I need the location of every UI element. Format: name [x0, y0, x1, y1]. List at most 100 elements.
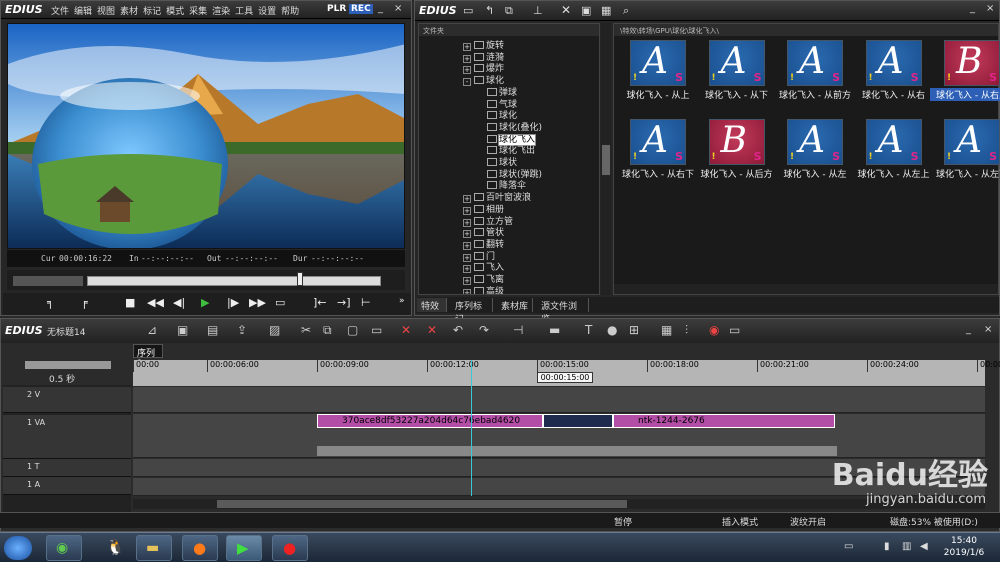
- save-icon[interactable]: ▨: [269, 323, 280, 337]
- tree-item[interactable]: 球状(弹跳): [487, 167, 542, 180]
- effect-thumbnail[interactable]: A! S: [708, 40, 765, 86]
- play-icon[interactable]: ▶: [201, 296, 209, 309]
- import-icon[interactable]: ▤: [207, 323, 218, 337]
- cut-icon[interactable]: ✂: [301, 323, 311, 337]
- bin-tab[interactable]: 源文件浏览: [537, 298, 589, 325]
- transition-icon[interactable]: ⊣: [513, 323, 523, 337]
- start-button[interactable]: [4, 536, 32, 560]
- replace-clip-icon[interactable]: ▭: [371, 323, 382, 337]
- scrub-handle[interactable]: [297, 272, 303, 286]
- tree-item[interactable]: - 球化: [463, 73, 504, 87]
- menu-item[interactable]: 视图: [97, 7, 115, 17]
- track-header[interactable]: 1 VA: [3, 415, 131, 459]
- tree-item[interactable]: + 相册: [463, 202, 504, 215]
- menu-item[interactable]: 渲染: [212, 7, 230, 17]
- stop-icon[interactable]: ■: [125, 296, 135, 309]
- expand-icon[interactable]: +: [463, 288, 471, 294]
- clock[interactable]: 15:40 2019/1/6: [934, 535, 994, 559]
- loop-icon[interactable]: ▭: [275, 296, 285, 309]
- more-icon[interactable]: »: [399, 296, 405, 306]
- tree-item[interactable]: 球化(叠化): [487, 120, 542, 133]
- tree-item[interactable]: 气球: [487, 97, 517, 110]
- paste-icon[interactable]: ▢: [347, 323, 358, 337]
- bin-minimize-button[interactable]: _: [970, 3, 975, 14]
- effect-label[interactable]: 球化飞入 - 从下: [695, 88, 779, 101]
- add-icon[interactable]: ⊥: [533, 4, 543, 17]
- tree-item[interactable]: 球化: [487, 108, 517, 121]
- effect-label[interactable]: 球化飞入 - 从后方: [695, 167, 779, 180]
- tree-scroll-thumb[interactable]: [602, 145, 610, 175]
- tree-scrollbar[interactable]: [601, 23, 611, 295]
- tree-item[interactable]: + 飞离: [463, 272, 504, 285]
- render-icon[interactable]: ⊞: [629, 323, 639, 337]
- effect-thumbnail[interactable]: A! S: [787, 119, 843, 165]
- tree-item[interactable]: 降落伞: [487, 178, 526, 191]
- effect-thumbnail[interactable]: B! S: [708, 119, 765, 165]
- timeline-minimize-button[interactable]: _: [966, 324, 971, 335]
- folder-icon[interactable]: ▭: [463, 4, 473, 17]
- effect-label[interactable]: 球化飞入 - 从左上: [852, 167, 936, 180]
- track-header[interactable]: 1 T: [3, 459, 131, 477]
- status-insert-mode[interactable]: 插入模式: [722, 515, 758, 528]
- audio-waveform[interactable]: [317, 446, 837, 456]
- tree-item[interactable]: + 高级: [463, 284, 504, 294]
- bin-tab[interactable]: 素材库: [497, 298, 533, 312]
- tree-item[interactable]: 球化飞入: [487, 132, 537, 146]
- tree-item[interactable]: + 门: [463, 249, 495, 262]
- track-header[interactable]: 1 A: [3, 477, 131, 495]
- effect-thumbnail[interactable]: A! S: [944, 119, 1000, 165]
- tree-item[interactable]: 球化飞出: [487, 143, 535, 156]
- track-2v-lane[interactable]: [133, 387, 985, 413]
- taskbar-firefox[interactable]: ●: [182, 535, 218, 561]
- timeline-scroll-thumb[interactable]: [217, 500, 627, 508]
- undo-icon[interactable]: ↶: [453, 323, 463, 337]
- copy-clip-icon[interactable]: ⧉: [323, 323, 332, 338]
- rewind-icon[interactable]: ◀◀: [147, 296, 164, 309]
- tree-item[interactable]: 弹球: [487, 85, 517, 98]
- bin-close-button[interactable]: ×: [986, 3, 994, 14]
- effect-thumbnail[interactable]: A! S: [865, 40, 922, 86]
- clip-1[interactable]: 370ace8df53227a204d64c76ebad4620: [317, 414, 543, 428]
- delete-clip-icon[interactable]: ✕: [401, 323, 411, 337]
- tree-item[interactable]: + 管状: [463, 225, 504, 239]
- menu-item[interactable]: 采集: [189, 7, 207, 17]
- effect-thumbnail[interactable]: A! S: [630, 119, 686, 165]
- tree-item[interactable]: + 百叶窗波浪: [463, 190, 531, 204]
- taskbar-qq[interactable]: 🐧: [96, 535, 132, 561]
- properties-icon[interactable]: ▣: [581, 4, 591, 17]
- replace-icon[interactable]: ⊢: [361, 296, 371, 309]
- open-icon[interactable]: ▣: [177, 323, 188, 337]
- close-button[interactable]: ×: [394, 3, 402, 14]
- zoom-level[interactable]: 0.5 秒: [49, 372, 75, 385]
- layout-icon[interactable]: ▭: [729, 323, 740, 337]
- export-icon[interactable]: ⇪: [237, 323, 247, 337]
- step-forward-icon[interactable]: |▶: [227, 296, 239, 309]
- insert-icon[interactable]: ]←: [313, 296, 327, 309]
- audio-mixer-icon[interactable]: ⫶: [685, 323, 688, 338]
- tree-item[interactable]: + 飞入: [463, 260, 504, 274]
- playhead[interactable]: [471, 360, 472, 496]
- tree-item[interactable]: + 立方管: [463, 214, 513, 227]
- effect-label[interactable]: 球化飞入 - 从左下: [930, 167, 1000, 180]
- tray-network-icon[interactable]: ▥: [902, 541, 911, 552]
- shuttle-track[interactable]: [13, 276, 83, 286]
- step-back-icon[interactable]: ◀|: [173, 296, 185, 309]
- mic-icon[interactable]: ●: [607, 323, 617, 337]
- plr-label[interactable]: PLR: [327, 4, 346, 14]
- new-sequence-icon[interactable]: ⊿: [147, 323, 157, 337]
- set-in-icon[interactable]: ╕: [47, 296, 54, 309]
- effect-label[interactable]: 球化飞入 - 从前方: [773, 88, 857, 101]
- taskbar-edius[interactable]: ▶: [226, 535, 262, 561]
- effect-label[interactable]: 球化飞入 - 从右下: [616, 167, 700, 180]
- title-icon[interactable]: T: [585, 323, 592, 337]
- tray-power-icon[interactable]: ▮: [884, 541, 890, 552]
- delete-icon[interactable]: ✕: [561, 3, 571, 17]
- effect-thumbnail[interactable]: B! S: [944, 40, 1000, 86]
- ripple-delete-icon[interactable]: ✕: [427, 323, 437, 337]
- timeline-ruler[interactable]: 00:00 00:00:06:00 00:00:09:00 00:00:12:00 00…: [133, 360, 1000, 386]
- overwrite-icon[interactable]: →]: [337, 296, 351, 309]
- effect-label[interactable]: 球化飞入 - 从右上: [930, 88, 1000, 101]
- menu-item[interactable]: 标记: [143, 7, 161, 17]
- tree-item[interactable]: + 爆炸: [463, 61, 504, 75]
- effect-thumbnail[interactable]: A! S: [630, 40, 686, 86]
